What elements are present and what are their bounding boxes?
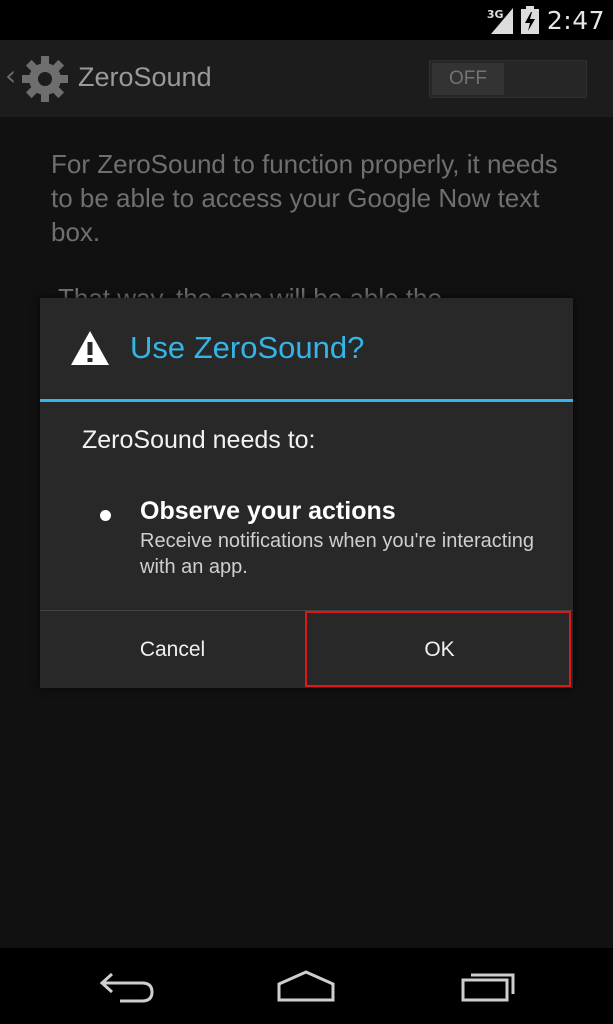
status-indicators: 3G 2:47 xyxy=(487,0,605,40)
up-caret-icon[interactable]: ‹ xyxy=(5,62,16,90)
permission-dialog: Use ZeroSound? ZeroSound needs to: Obser… xyxy=(40,298,573,688)
dialog-title: Use ZeroSound? xyxy=(130,330,365,365)
gear-icon[interactable] xyxy=(20,54,70,104)
description-text: For ZeroSound to function properly, it n… xyxy=(51,149,558,247)
cancel-button[interactable]: Cancel xyxy=(40,611,305,688)
navigation-bar xyxy=(0,948,613,1024)
permission-title: Observe your actions xyxy=(140,497,396,525)
signal-indicator: 3G xyxy=(487,6,513,34)
back-icon[interactable] xyxy=(98,968,156,1004)
action-bar: ‹ ZeroSound OFF xyxy=(0,40,613,117)
bullet-icon xyxy=(100,510,111,521)
dialog-header: Use ZeroSound? xyxy=(40,298,573,400)
title-divider xyxy=(40,399,573,402)
recents-icon[interactable] xyxy=(460,968,518,1004)
dialog-intro: ZeroSound needs to: xyxy=(82,426,316,454)
warning-icon xyxy=(71,331,109,365)
clock: 2:47 xyxy=(546,5,605,35)
status-bar: 3G 2:47 xyxy=(0,0,613,40)
ok-button[interactable]: OK xyxy=(306,611,573,688)
app-title: ZeroSound xyxy=(78,62,212,92)
home-icon[interactable] xyxy=(276,968,336,1004)
signal-icon xyxy=(490,8,513,34)
battery-icon xyxy=(520,6,539,34)
service-toggle[interactable]: OFF xyxy=(429,60,587,98)
permission-description: Receive notifications when you're intera… xyxy=(140,530,535,578)
toggle-state-label: OFF xyxy=(432,63,504,95)
